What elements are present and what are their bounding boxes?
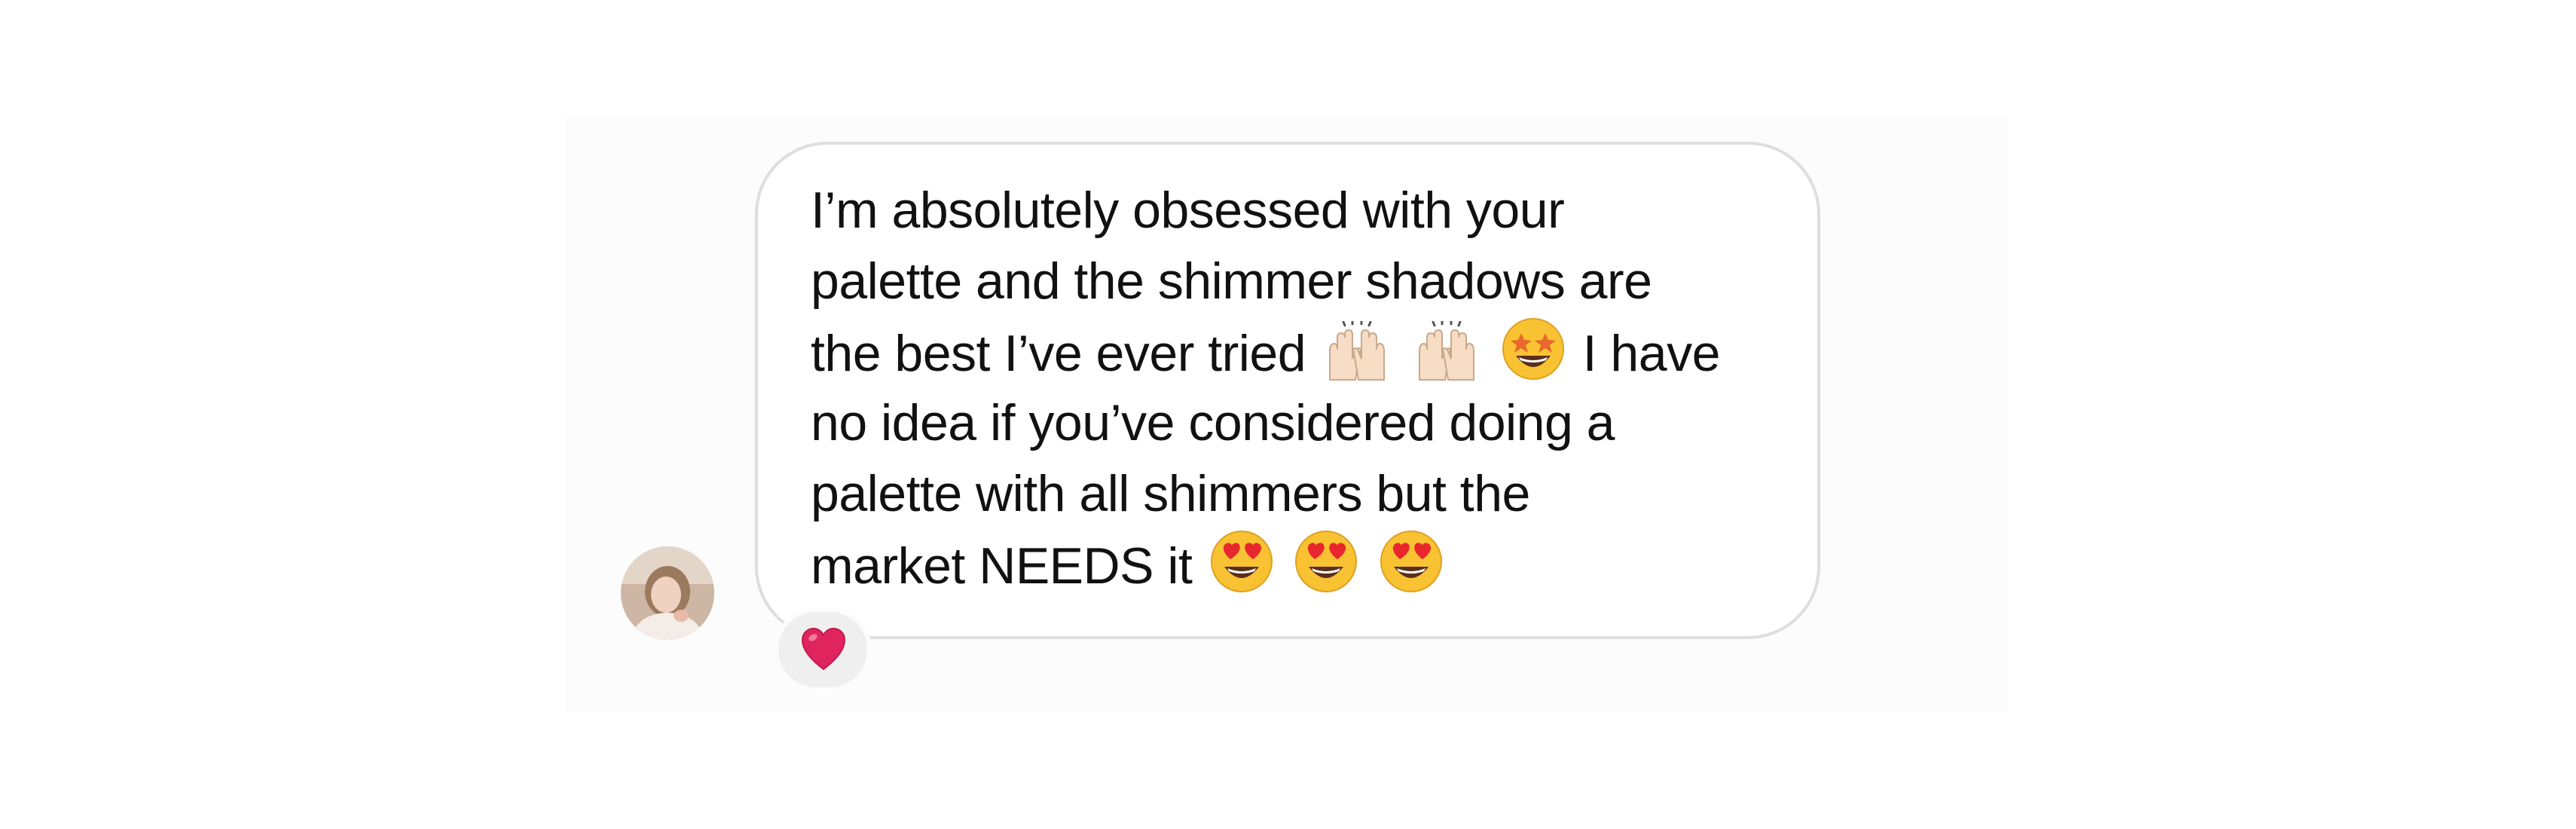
red-heart-icon: [801, 627, 846, 675]
message-text-segment: no idea if you’ve considered doing a: [811, 394, 1615, 451]
message-text: I’m absolutely obsessed with your palett…: [811, 175, 1813, 600]
message-line-5: palette with all shimmers but the: [811, 458, 1813, 529]
message-text-segment: I have: [1582, 325, 1721, 382]
page: I’m absolutely obsessed with your palett…: [0, 0, 2576, 829]
message-line-1: I’m absolutely obsessed with your: [811, 175, 1813, 246]
message-text-segment: palette with all shimmers but the: [811, 465, 1530, 522]
message-text-segment: palette and the shimmer shadows are: [811, 252, 1652, 310]
star-struck-icon: [1501, 317, 1566, 381]
message-text-segment: I’m absolutely obsessed with your: [811, 182, 1565, 239]
message-text-segment: market NEEDS it: [811, 537, 1193, 595]
message-line-3: the best I’ve ever tried I have: [811, 317, 1813, 387]
sender-avatar[interactable]: [621, 546, 714, 640]
heart-eyes-icon: [1379, 529, 1444, 594]
heart-eyes-icon: [1294, 529, 1358, 594]
message-line-2: palette and the shimmer shadows are: [811, 246, 1813, 317]
raising-hands-icon: [1412, 321, 1481, 381]
heart-eyes-icon: [1209, 529, 1274, 594]
raising-hands-icon: [1322, 321, 1392, 381]
message-bubble[interactable]: I’m absolutely obsessed with your palett…: [755, 142, 1820, 639]
message-line-6: market NEEDS it: [811, 529, 1813, 600]
reaction-badge[interactable]: [774, 607, 872, 692]
message-line-4: no idea if you’ve considered doing a: [811, 387, 1813, 458]
message-text-segment: the best I’ve ever tried: [811, 325, 1306, 382]
